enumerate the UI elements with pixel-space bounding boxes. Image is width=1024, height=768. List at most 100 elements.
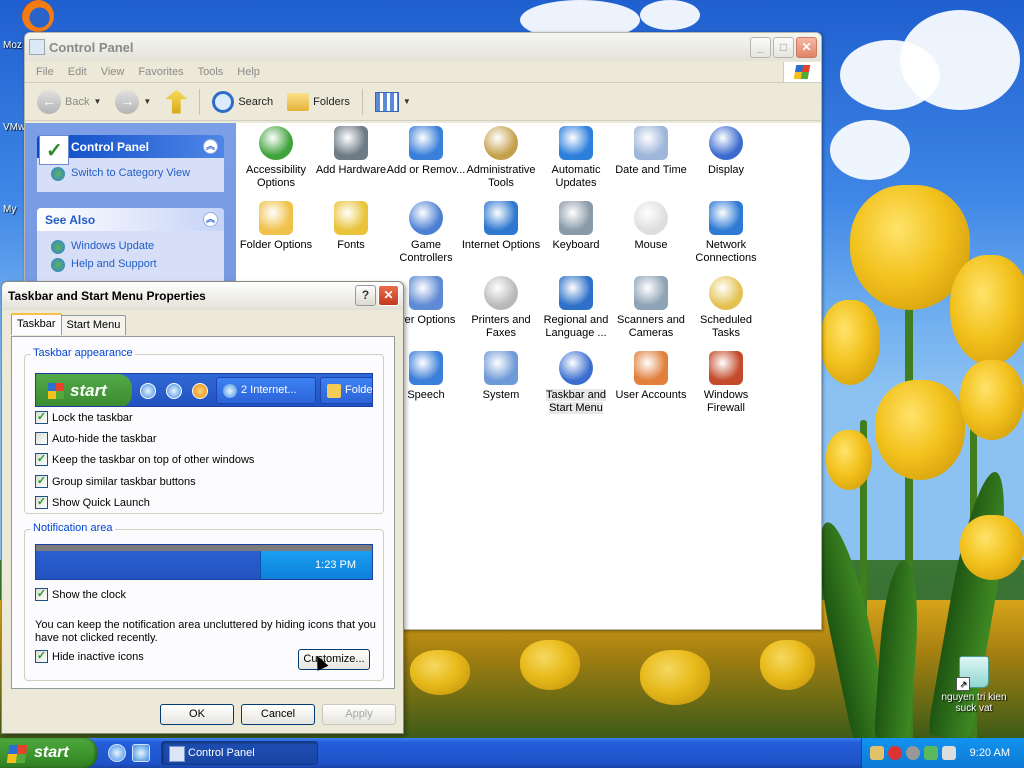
close-button[interactable]: ✕	[796, 37, 817, 58]
vmware-tools-icon[interactable]	[906, 746, 920, 760]
menu-edit[interactable]: Edit	[61, 66, 94, 78]
cp-item-add-hardware[interactable]: Add Hardware	[311, 126, 391, 177]
cp-item-keyboard[interactable]: Keyboard	[536, 201, 616, 252]
cp-item-taskbar-start-menu[interactable]: Taskbar and Start Menu	[536, 351, 616, 415]
dialog-close-button[interactable]: ✕	[378, 285, 399, 306]
checkbox[interactable]: ✓	[35, 496, 48, 509]
taskbar-button-control-panel[interactable]: Control Panel	[161, 741, 318, 765]
cancel-button[interactable]: Cancel	[241, 704, 315, 725]
cp-item-folder-options[interactable]: Folder Options	[236, 201, 316, 252]
desktop-label-my[interactable]: My	[3, 204, 16, 215]
start-label: start	[34, 744, 69, 761]
desktop-shortcut-label: nguyen tri kien suck vat	[941, 692, 1007, 714]
cp-item-user-accounts[interactable]: User Accounts	[611, 351, 691, 402]
cp-item-internet-options[interactable]: Internet Options	[461, 201, 541, 252]
cp-item-scheduled-tasks[interactable]: Scheduled Tasks	[686, 276, 766, 340]
collapse-icon[interactable]: ︽	[203, 212, 218, 227]
cp-item-mouse[interactable]: Mouse	[611, 201, 691, 252]
menu-file[interactable]: File	[29, 66, 61, 78]
desktop-label-vmware[interactable]: VMw	[3, 122, 25, 133]
search-button[interactable]: Search	[208, 89, 277, 115]
cp-item-network-connections[interactable]: Network Connections	[686, 201, 766, 265]
cp-item-accessibility[interactable]: Accessibility Options	[236, 126, 316, 190]
desktop-shortcut[interactable]: nguyen tri kien suck vat	[938, 656, 1010, 714]
tray-app-icon[interactable]	[870, 746, 884, 760]
checkbox[interactable]: ✓	[35, 453, 48, 466]
firefox-icon[interactable]	[22, 0, 54, 32]
show-clock-option[interactable]: ✓ Show the clock	[35, 588, 126, 601]
taskbar-option[interactable]: ✓ Keep the taskbar on top of other window…	[35, 453, 254, 466]
cp-item-automatic-updates[interactable]: Automatic Updates	[536, 126, 616, 190]
internet-explorer-icon[interactable]	[108, 744, 126, 762]
cp-item-label: Windows Firewall	[703, 389, 749, 414]
cp-item-date-time[interactable]: Date and Time	[611, 126, 691, 177]
cp-item-administrative-tools[interactable]: Administrative Tools	[461, 126, 541, 190]
network-connection-icon[interactable]	[924, 746, 938, 760]
customize-button[interactable]: Customize...	[298, 649, 370, 670]
cp-item-game-controllers[interactable]: Game Controllers	[386, 201, 466, 265]
checkbox[interactable]: ✓	[35, 475, 48, 488]
accessibility-icon	[259, 126, 293, 160]
date-time-icon	[634, 126, 668, 160]
start-button[interactable]: start	[0, 738, 97, 768]
views-icon	[374, 91, 399, 112]
menu-favorites[interactable]: Favorites	[131, 66, 190, 78]
checkbox[interactable]: ✓	[35, 588, 48, 601]
ok-button[interactable]: OK	[160, 704, 234, 725]
menu-help[interactable]: Help	[230, 66, 267, 78]
add-remove-programs-icon	[409, 126, 443, 160]
taskbar-clock[interactable]: 9:20 AM	[970, 738, 1010, 768]
cp-item-display[interactable]: Display	[686, 126, 766, 177]
cp-item-label: Regional and Language ...	[543, 314, 609, 339]
cp-item-fonts[interactable]: Fonts	[311, 201, 391, 252]
cp-item-label: Printers and Faxes	[471, 314, 531, 339]
security-shield-icon[interactable]	[888, 746, 902, 760]
maximize-button[interactable]: □	[773, 37, 794, 58]
checkbox[interactable]: ✓	[35, 650, 48, 663]
windows-update-link[interactable]: Windows Update	[47, 237, 214, 255]
taskbar-option[interactable]: Auto-hide the taskbar	[35, 432, 157, 445]
speech-icon	[409, 351, 443, 385]
help-support-link[interactable]: Help and Support	[47, 255, 214, 273]
cp-item-label: Game Controllers	[399, 239, 453, 264]
collapse-icon[interactable]: ︽	[203, 139, 218, 154]
hide-inactive-label: Hide inactive icons	[52, 650, 144, 663]
cp-item-printers-faxes[interactable]: Printers and Faxes	[461, 276, 541, 340]
taskbar-option[interactable]: ✓ Group similar taskbar buttons	[35, 475, 196, 488]
cp-item-scanners-cameras[interactable]: Scanners and Cameras	[611, 276, 691, 340]
cp-item-label: Scanners and Cameras	[617, 314, 685, 339]
taskbar-option[interactable]: ✓ Show Quick Launch	[35, 496, 150, 509]
checkbox[interactable]	[35, 432, 48, 445]
taskbar-option[interactable]: ✓ Lock the taskbar	[35, 411, 133, 424]
keyboard-icon	[559, 201, 593, 235]
folders-button[interactable]: Folders	[283, 91, 354, 113]
menu-tools[interactable]: Tools	[191, 66, 231, 78]
forward-button[interactable]: → ▼	[111, 88, 155, 116]
back-button[interactable]: ← Back ▼	[33, 88, 105, 116]
checkbox[interactable]: ✓	[35, 411, 48, 424]
apply-button[interactable]: Apply	[322, 704, 396, 725]
tab-start-menu[interactable]: Start Menu	[60, 315, 127, 335]
switch-category-view-link[interactable]: Switch to Category View	[47, 164, 214, 182]
cp-item-regional-language[interactable]: Regional and Language ...	[536, 276, 616, 340]
views-button[interactable]: ▼	[371, 90, 415, 114]
cp-item-system[interactable]: System	[461, 351, 541, 402]
outlook-express-icon[interactable]	[132, 744, 150, 762]
tab-taskbar[interactable]: Taskbar	[11, 313, 62, 335]
see-also-header[interactable]: See Also ︽	[37, 208, 224, 231]
hide-inactive-option[interactable]: ✓ Hide inactive icons	[35, 650, 144, 663]
window-title-bar[interactable]: Control Panel _ □ ✕	[25, 33, 821, 61]
desktop-label-mozilla[interactable]: Moz	[3, 40, 22, 51]
cp-item-add-remove-programs[interactable]: Add or Remov...	[386, 126, 466, 177]
volume-icon[interactable]	[942, 746, 956, 760]
cp-item-label: wer Options	[396, 314, 456, 326]
cp-item-windows-firewall[interactable]: Windows Firewall	[686, 351, 766, 415]
minimize-button[interactable]: _	[750, 37, 771, 58]
cp-item-label: Fonts	[337, 239, 365, 251]
system-icon	[484, 351, 518, 385]
help-button[interactable]: ?	[355, 285, 376, 306]
menu-view[interactable]: View	[94, 66, 132, 78]
cp-item-label: Add or Remov...	[386, 164, 466, 176]
up-folder-button[interactable]	[161, 88, 191, 116]
dialog-title-bar[interactable]: Taskbar and Start Menu Properties ? ✕	[2, 282, 403, 310]
